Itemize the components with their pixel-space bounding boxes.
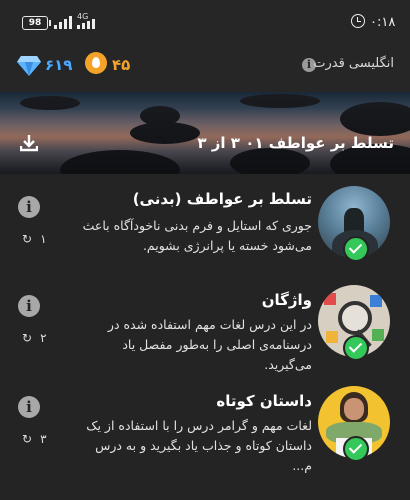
- banner-title: تسلط بر عواطف ۰۱ ۳ از ۳: [197, 134, 394, 152]
- lesson-description: جوری که استایل و فرم بدنی ناخودآگاه باعث…: [82, 218, 312, 253]
- lesson-description: لغات مهم و گرامر درس را با استفاده از یک…: [86, 418, 312, 473]
- streak-count: ۴۵: [112, 56, 131, 74]
- lesson-info-icon[interactable]: i: [18, 396, 40, 418]
- lesson-info-icon[interactable]: i: [18, 196, 40, 218]
- lesson-info-icon[interactable]: i: [18, 295, 40, 317]
- course-title[interactable]: انگلیسی قدرت: [313, 56, 394, 71]
- lesson-item-short-story[interactable]: i ↻ ۳ داستان کوتاه لغات مهم و گرامر درس …: [0, 384, 410, 484]
- signal-icon-2: [77, 15, 95, 29]
- repeat-counter: ↻ ۳: [22, 432, 47, 446]
- repeat-counter: ↻ ۲: [22, 331, 47, 345]
- repeat-count: ۲: [40, 331, 47, 345]
- repeat-icon: ↻: [22, 331, 33, 345]
- completed-check-icon: [343, 335, 369, 361]
- lesson-item-body[interactable]: i ↻ ۱ تسلط بر عواطف (بدنی) جوری که استای…: [0, 180, 410, 280]
- diamond-icon: [17, 56, 41, 76]
- signal-icon: [54, 15, 72, 29]
- completed-check-icon: [343, 436, 369, 462]
- repeat-counter: ↻ ۱: [22, 232, 47, 246]
- alarm-icon: [351, 14, 365, 28]
- lesson-title: تسلط بر عواطف (بدنی): [132, 190, 312, 208]
- download-icon[interactable]: [20, 134, 38, 152]
- lesson-banner: تسلط بر عواطف ۰۱ ۳ از ۳: [0, 92, 410, 174]
- repeat-icon: ↻: [22, 232, 33, 246]
- lesson-item-vocabulary[interactable]: i ↻ ۲ واژگان در این درس لغات مهم استفاده…: [0, 283, 410, 383]
- repeat-count: ۳: [40, 432, 47, 446]
- clock: ۰:۱۸: [370, 15, 396, 30]
- gem-count: ۶۱۹: [45, 56, 73, 74]
- status-bar: 98 4G ۰:۱۸: [0, 0, 410, 42]
- flame-icon: [85, 52, 107, 74]
- repeat-count: ۱: [40, 232, 47, 246]
- battery-icon: 98: [22, 16, 51, 30]
- battery-level: 98: [28, 18, 42, 28]
- lesson-title: داستان کوتاه: [216, 392, 312, 410]
- completed-check-icon: [343, 236, 369, 262]
- top-header: ۶۱۹ ۴۵ i انگلیسی قدرت: [0, 42, 410, 92]
- repeat-icon: ↻: [22, 432, 33, 446]
- lesson-title: واژگان: [261, 291, 312, 309]
- lesson-description: در این درس لغات مهم استفاده شده در درسنا…: [107, 317, 312, 372]
